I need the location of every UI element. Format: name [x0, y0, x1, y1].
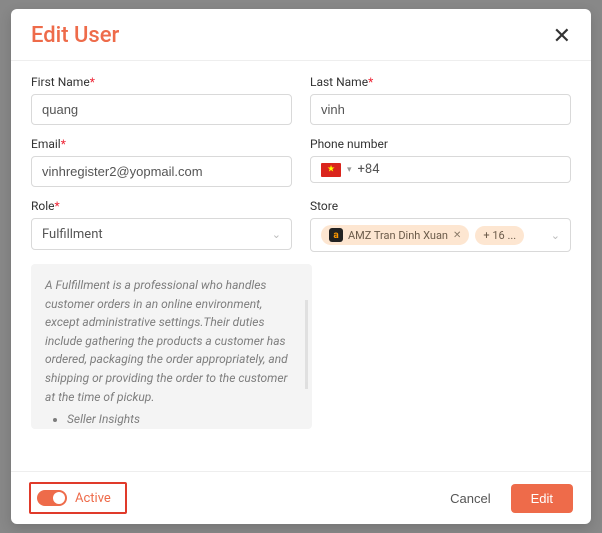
- modal-body: First Name* Last Name* Email* Phone numb…: [11, 61, 591, 471]
- email-label: Email*: [31, 137, 292, 151]
- role-description: A Fulfillment is a professional who hand…: [31, 264, 312, 429]
- role-value: Fulfillment: [42, 227, 103, 242]
- first-name-label: First Name*: [31, 75, 292, 89]
- phone-input[interactable]: ▾ +84: [310, 156, 571, 183]
- active-toggle[interactable]: [37, 490, 67, 506]
- remove-tag-icon[interactable]: ✕: [453, 230, 461, 241]
- phone-label: Phone number: [310, 137, 571, 151]
- modal-header: Edit User ✕: [11, 9, 591, 61]
- store-more-tag[interactable]: + 16 ...: [475, 226, 524, 245]
- flag-vn-icon[interactable]: [321, 163, 341, 177]
- role-description-list: Seller Insights Monitor Stores: [45, 410, 298, 429]
- role-description-text: A Fulfillment is a professional who hand…: [45, 276, 298, 406]
- phone-dial-code: +84: [358, 162, 380, 177]
- last-name-label: Last Name*: [310, 75, 571, 89]
- last-name-input[interactable]: [310, 94, 571, 125]
- store-more-label: + 16 ...: [483, 229, 516, 242]
- cancel-button[interactable]: Cancel: [440, 485, 500, 512]
- chevron-down-icon[interactable]: ▾: [347, 165, 352, 175]
- first-name-input[interactable]: [31, 94, 292, 125]
- store-tag-label: AMZ Tran Dinh Xuan: [348, 229, 448, 242]
- modal-footer: Active Cancel Edit: [11, 471, 591, 524]
- role-label: Role*: [31, 199, 292, 213]
- role-select[interactable]: Fulfillment ⌄: [31, 218, 292, 250]
- chevron-down-icon: ⌄: [551, 229, 560, 242]
- edit-button[interactable]: Edit: [511, 484, 573, 513]
- amazon-icon: a: [329, 228, 343, 242]
- active-toggle-label: Active: [75, 491, 111, 506]
- edit-user-modal: Edit User ✕ First Name* Last Name* Email…: [11, 9, 591, 524]
- close-icon[interactable]: ✕: [553, 25, 571, 47]
- email-input[interactable]: [31, 156, 292, 187]
- active-toggle-highlight: Active: [29, 482, 127, 514]
- store-select[interactable]: a AMZ Tran Dinh Xuan ✕ + 16 ... ⌄: [310, 218, 571, 252]
- list-item: Seller Insights: [67, 410, 298, 429]
- store-tag[interactable]: a AMZ Tran Dinh Xuan ✕: [321, 225, 469, 245]
- store-label: Store: [310, 199, 571, 213]
- modal-title: Edit User: [31, 23, 119, 48]
- chevron-down-icon: ⌄: [272, 228, 281, 241]
